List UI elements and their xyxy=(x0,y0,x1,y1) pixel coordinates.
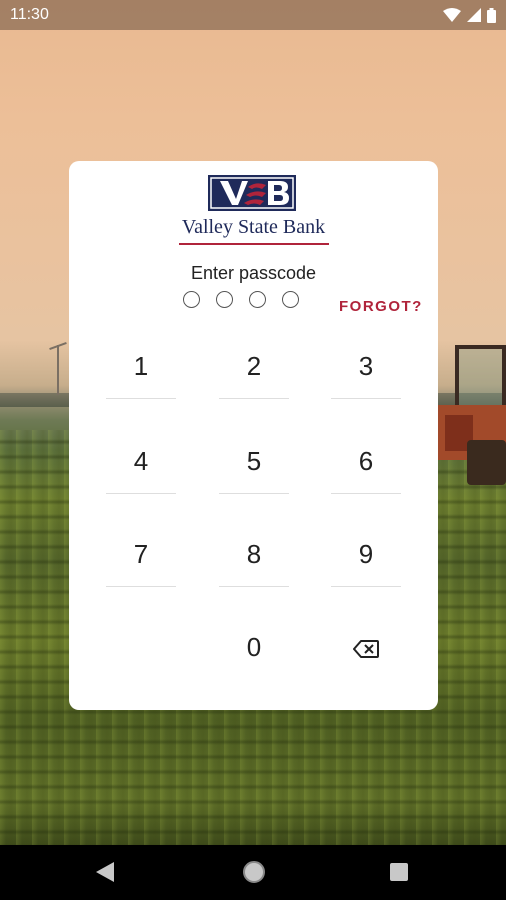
key-3[interactable]: 3 xyxy=(331,321,401,399)
key-6[interactable]: 6 xyxy=(331,416,401,494)
status-time: 11:30 xyxy=(10,6,49,23)
status-icons xyxy=(443,7,496,23)
passcode-card: Valley State Bank Enter passcode FORGOT?… xyxy=(69,161,438,710)
backspace-icon xyxy=(353,640,379,658)
key-0[interactable]: 0 xyxy=(219,602,289,680)
passcode-dot xyxy=(249,291,266,308)
navigation-bar xyxy=(0,845,506,900)
passcode-dot xyxy=(282,291,299,308)
home-icon[interactable] xyxy=(243,861,265,883)
key-1[interactable]: 1 xyxy=(106,321,176,399)
key-9[interactable]: 9 xyxy=(331,509,401,587)
key-5[interactable]: 5 xyxy=(219,416,289,494)
bank-name-underline xyxy=(179,243,329,245)
forgot-button[interactable]: FORGOT? xyxy=(339,298,423,315)
backspace-button[interactable] xyxy=(331,602,401,680)
bank-name: Valley State Bank xyxy=(181,216,326,238)
key-2[interactable]: 2 xyxy=(219,321,289,399)
wifi-icon xyxy=(443,8,461,22)
bank-logo xyxy=(208,175,296,211)
passcode-label: Enter passcode xyxy=(190,263,317,283)
status-bar: 11:30 xyxy=(0,0,506,30)
screen: 11:30 Valley State Bank Enter passcode F… xyxy=(0,0,506,900)
signal-icon xyxy=(467,8,481,22)
passcode-dot xyxy=(183,291,200,308)
recents-icon[interactable] xyxy=(390,863,408,881)
background-tractor xyxy=(437,345,506,485)
background-wind-turbine xyxy=(57,345,59,395)
key-4[interactable]: 4 xyxy=(106,416,176,494)
passcode-dots xyxy=(183,291,299,308)
battery-icon xyxy=(487,7,496,23)
passcode-dot xyxy=(216,291,233,308)
back-icon[interactable] xyxy=(96,862,114,882)
key-7[interactable]: 7 xyxy=(106,509,176,587)
key-8[interactable]: 8 xyxy=(219,509,289,587)
